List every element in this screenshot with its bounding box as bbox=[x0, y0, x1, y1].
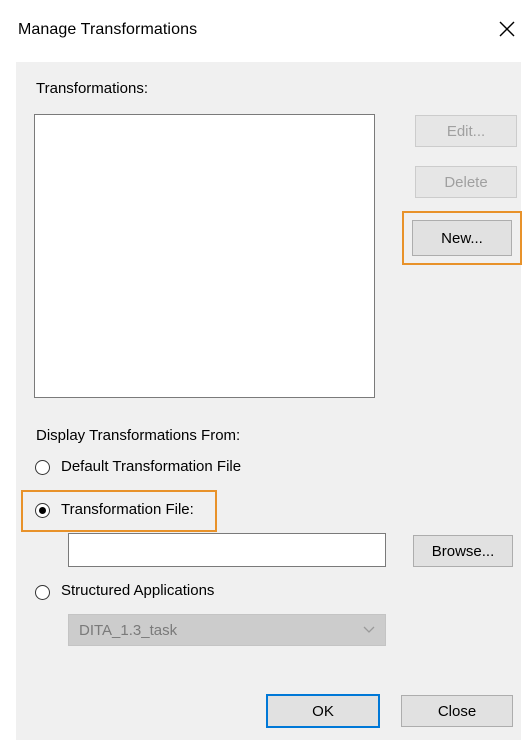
close-button[interactable]: Close bbox=[401, 695, 513, 727]
structured-applications-value: DITA_1.3_task bbox=[79, 622, 178, 639]
transformation-file-input[interactable] bbox=[68, 533, 386, 567]
delete-button[interactable]: Delete bbox=[415, 166, 517, 198]
transformations-label: Transformations: bbox=[36, 80, 148, 97]
radio-transformation-file[interactable] bbox=[35, 503, 50, 518]
radio-default-transformation-file[interactable] bbox=[35, 460, 50, 475]
display-from-label: Display Transformations From: bbox=[36, 427, 241, 444]
radio-structured-applications[interactable] bbox=[35, 585, 50, 600]
ok-button[interactable]: OK bbox=[266, 694, 380, 728]
chevron-down-icon bbox=[363, 626, 375, 633]
radio-default-transformation-file-label[interactable]: Default Transformation File bbox=[61, 458, 241, 475]
window-title: Manage Transformations bbox=[18, 21, 198, 38]
edit-button[interactable]: Edit... bbox=[415, 115, 517, 147]
transformations-list[interactable] bbox=[34, 114, 375, 398]
browse-button[interactable]: Browse... bbox=[413, 535, 513, 567]
radio-selected-dot bbox=[39, 507, 46, 514]
new-button[interactable]: New... bbox=[412, 220, 512, 256]
radio-structured-applications-label[interactable]: Structured Applications bbox=[61, 582, 214, 599]
structured-applications-select[interactable]: DITA_1.3_task bbox=[68, 614, 386, 646]
radio-transformation-file-label[interactable]: Transformation File: bbox=[61, 501, 194, 518]
title-bar: Manage Transformations bbox=[0, 0, 527, 62]
close-icon[interactable] bbox=[498, 20, 516, 38]
